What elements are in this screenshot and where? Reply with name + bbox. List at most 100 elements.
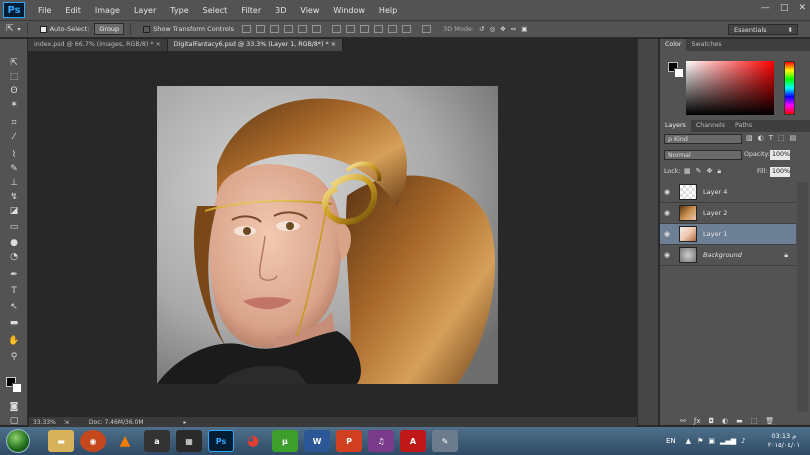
powerpoint-icon[interactable]: P [336, 430, 362, 452]
menu-select[interactable]: Select [196, 6, 235, 15]
menu-image[interactable]: Image [88, 6, 127, 15]
layer-row-layer-2[interactable]: ◉ Layer 2 [660, 203, 796, 224]
brush-tool-icon[interactable]: ✎ [7, 163, 21, 175]
eraser-tool-icon[interactable]: ◪ [7, 205, 21, 217]
distribute-right-icon[interactable] [402, 25, 412, 33]
lock-transparent-icon[interactable]: ▦ [684, 167, 691, 176]
rotate-3d-icon[interactable]: ↺ [479, 25, 484, 33]
align-left-icon[interactable] [284, 25, 294, 33]
tab-digitalfantacy6-psd[interactable]: DigitalFantacy6.psd @ 33.3% (Layer 1, RG… [167, 39, 343, 51]
action-center-flag-icon[interactable]: ⚑ [697, 437, 703, 445]
shape-tool-icon[interactable]: ▬ [7, 317, 21, 329]
menu-edit[interactable]: Edit [58, 6, 88, 15]
smart-object-filter-icon[interactable]: ▤ [790, 134, 797, 142]
menu-file[interactable]: File [31, 6, 58, 15]
tab-channels[interactable]: Channels [691, 120, 730, 132]
screen-mode-icon[interactable]: ▢ [7, 415, 21, 427]
blur-tool-icon[interactable]: ● [7, 237, 21, 249]
gradient-tool-icon[interactable]: ▭ [7, 221, 21, 233]
menu-type[interactable]: Type [163, 6, 195, 15]
visibility-eye-icon[interactable]: ◉ [660, 209, 674, 217]
pen-tool-icon[interactable]: ✒ [7, 269, 21, 281]
visibility-eye-icon[interactable]: ◉ [660, 230, 674, 238]
layer-row-background[interactable]: ◉ Background 🔒︎ [660, 245, 796, 266]
menu-help[interactable]: Help [372, 6, 404, 15]
tab-close-icon[interactable]: × [156, 41, 161, 48]
tab-close-icon[interactable]: × [331, 41, 336, 48]
status-menu-arrow-icon[interactable]: ▸ [184, 419, 187, 426]
export-icon[interactable]: ⇲ [64, 419, 69, 426]
healing-brush-tool-icon[interactable]: ⌇ [7, 149, 21, 161]
align-top-icon[interactable] [242, 25, 252, 33]
utorrent-icon[interactable]: μ [272, 430, 298, 452]
menu-window[interactable]: Window [326, 6, 372, 15]
start-button[interactable] [6, 429, 30, 453]
align-middle-icon[interactable] [256, 25, 266, 33]
minimize-button[interactable]: — [761, 3, 770, 13]
transform-controls-checkbox[interactable] [143, 25, 151, 33]
distribute-bottom-icon[interactable] [360, 25, 370, 33]
lock-position-icon[interactable]: ✥ [707, 167, 713, 176]
new-group-icon[interactable]: ▬ [736, 417, 743, 425]
firefox-icon[interactable]: ◉ [80, 430, 106, 452]
layer-row-layer-1[interactable]: ◉ Layer 1 [660, 224, 796, 245]
tab-color[interactable]: Color [660, 39, 687, 51]
chrome-icon[interactable]: ◕ [240, 430, 266, 452]
tab-paths[interactable]: Paths [730, 120, 757, 132]
paint-icon[interactable]: ✎ [432, 430, 458, 452]
word-icon[interactable]: W [304, 430, 330, 452]
auto-align-icon[interactable] [422, 25, 432, 33]
distribute-top-icon[interactable] [332, 25, 342, 33]
tray-app-icon[interactable]: ▣ [708, 437, 715, 445]
visibility-eye-icon[interactable]: ◉ [660, 251, 674, 259]
auto-select-dropdown[interactable]: Group [94, 23, 125, 35]
delete-layer-icon[interactable]: 🗑︎ [765, 417, 774, 425]
explorer-icon[interactable]: ▬ [48, 430, 74, 452]
color-field[interactable] [686, 61, 774, 115]
slide-3d-icon[interactable]: ⇔ [511, 25, 516, 33]
magic-wand-tool-icon[interactable]: ✶ [7, 99, 21, 111]
auto-select-checkbox[interactable] [39, 25, 47, 33]
zoom-tool-icon[interactable]: ⚲ [7, 351, 21, 363]
link-layers-icon[interactable]: ⚯ [680, 417, 686, 425]
arabic-app-icon[interactable]: a [144, 430, 170, 452]
fill-input[interactable]: 100% [770, 167, 790, 177]
layer-style-icon[interactable]: ƒx [694, 417, 701, 425]
scale-3d-icon[interactable]: ▣ [521, 25, 527, 33]
quick-mask-icon[interactable]: ◙ [7, 401, 21, 413]
tray-up-arrow-icon[interactable]: ▲ [686, 437, 691, 445]
eyedropper-tool-icon[interactable]: ⁄ [7, 131, 21, 143]
crop-tool-icon[interactable]: ⌗ [7, 117, 21, 129]
acrobat-icon[interactable]: A [400, 430, 426, 452]
opacity-input[interactable]: 100% [770, 150, 790, 160]
adjustment-filter-icon[interactable]: ◐ [758, 134, 764, 142]
clone-stamp-tool-icon[interactable]: ⊥ [7, 177, 21, 189]
menu-view[interactable]: View [293, 6, 326, 15]
layer-row-layer-4[interactable]: ◉ Layer 4 [660, 182, 796, 203]
network-signal-icon[interactable]: ▂▄▆ [720, 437, 736, 445]
zoom-level[interactable]: 33.33% [33, 419, 56, 426]
roll-3d-icon[interactable]: ◎ [490, 25, 496, 33]
volume-icon[interactable]: ♪ [741, 437, 745, 445]
visibility-eye-icon[interactable]: ◉ [660, 188, 674, 196]
layer-mask-icon[interactable]: ◘ [708, 417, 714, 425]
align-bottom-icon[interactable] [270, 25, 280, 33]
marquee-tool-icon[interactable]: ⬚ [7, 71, 21, 83]
pixel-filter-icon[interactable]: ▧ [746, 134, 753, 142]
path-selection-tool-icon[interactable]: ↖ [7, 301, 21, 313]
move-tool-icon[interactable]: ⇱ [6, 24, 14, 34]
menu-filter[interactable]: Filter [234, 6, 268, 15]
distribute-center-icon[interactable] [388, 25, 398, 33]
menu-3d[interactable]: 3D [268, 6, 293, 15]
distribute-middle-icon[interactable] [346, 25, 356, 33]
tab-layers[interactable]: Layers [660, 120, 691, 132]
hand-tool-icon[interactable]: ✋ [7, 335, 21, 347]
new-layer-icon[interactable]: ⬚ [751, 417, 758, 425]
workspace-dropdown[interactable]: Essentials ⬍ [728, 24, 798, 35]
maximize-button[interactable]: □ [780, 3, 789, 13]
grid-app-icon[interactable]: ▦ [176, 430, 202, 452]
tab-index-psd[interactable]: index.psd @ 66.7% (images, RGB/8) * × [28, 39, 168, 51]
hue-slider[interactable] [784, 61, 795, 115]
color-background-swatch[interactable] [674, 68, 684, 78]
vlc-icon[interactable]: ▲ [112, 430, 138, 452]
